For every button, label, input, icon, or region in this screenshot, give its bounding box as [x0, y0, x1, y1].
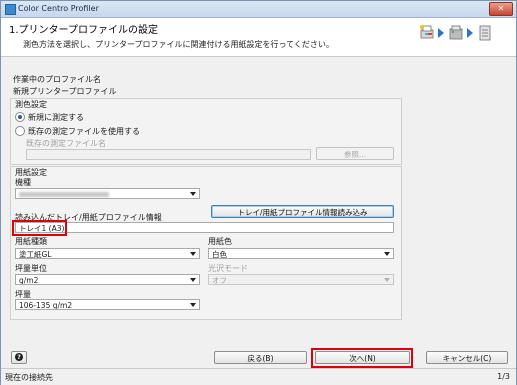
gloss-mode-select[interactable]: オフ	[208, 274, 394, 285]
radio-new-measurement[interactable]	[15, 112, 25, 122]
load-tray-profile-button[interactable]: トレイ/用紙プロファイル情報読み込み	[211, 205, 394, 218]
app-icon	[5, 4, 16, 15]
radio-existing-file-label[interactable]: 既存の測定ファイルを使用する	[28, 126, 140, 137]
existing-file-name-label: 既存の測定ファイル名	[26, 139, 106, 148]
wizard-arrow-icon	[467, 28, 473, 38]
status-bar: 現在の接続先 1/3	[1, 368, 516, 385]
browse-button[interactable]: 参照...	[316, 147, 394, 160]
chevron-down-icon	[384, 252, 390, 256]
close-button[interactable]: ✕	[489, 2, 513, 16]
paper-color-value: 白色	[212, 250, 227, 259]
paper-type-label: 用紙種類	[15, 237, 47, 246]
highlight-next-button	[311, 348, 413, 368]
window-title: Color Centro Profiler	[18, 4, 99, 13]
paper-type-value: 塗工紙GL	[19, 250, 52, 259]
paper-type-select[interactable]: 塗工紙GL	[15, 248, 200, 259]
model-label: 機種	[15, 178, 31, 187]
weight-unit-value: g/m2	[19, 276, 39, 285]
existing-file-name-field[interactable]	[26, 149, 311, 160]
weight-value: 106-135 g/m2	[19, 301, 73, 310]
highlight-loaded-info	[12, 220, 67, 236]
chevron-down-icon	[190, 278, 196, 282]
paper-color-select[interactable]: 白色	[208, 248, 394, 259]
model-select[interactable]	[15, 188, 200, 199]
paper-tray-icon	[479, 25, 491, 41]
wizard-header: 1.プリンタープロファイルの設定 測色方法を選択し、プリンタープロファイルに関連…	[1, 18, 516, 57]
paper-color-label: 用紙色	[208, 237, 232, 246]
measurement-settings-label: 測色設定	[15, 100, 47, 109]
step-title: 1.プリンタープロファイルの設定	[9, 25, 158, 36]
working-profile-label: 作業中のプロファイル名	[13, 75, 101, 84]
radio-existing-file[interactable]	[15, 126, 25, 136]
title-bar: Color Centro Profiler ✕	[1, 1, 516, 18]
cancel-button[interactable]: キャンセル(C)	[426, 351, 508, 364]
loaded-info-field: トレイ1 (A3)	[15, 222, 394, 233]
weight-unit-label: 坪量単位	[15, 264, 47, 273]
model-value-obscured	[19, 192, 109, 197]
radio-new-measurement-label[interactable]: 新規に測定する	[28, 112, 84, 123]
back-button[interactable]: 戻る(B)	[214, 351, 307, 364]
connection-label: 現在の接続先	[5, 373, 53, 382]
help-button[interactable]: ?	[11, 351, 27, 364]
help-icon: ?	[15, 353, 23, 361]
gloss-mode-value: オフ	[212, 276, 227, 285]
printer-wizard-icon	[420, 25, 434, 39]
scanner-icon	[449, 25, 463, 40]
page-indicator: 1/3	[497, 372, 510, 381]
chevron-down-icon	[190, 192, 196, 196]
weight-select[interactable]: 106-135 g/m2	[15, 299, 200, 310]
step-description: 測色方法を選択し、プリンタープロファイルに関連付ける用紙設定を行ってください。	[23, 40, 334, 49]
working-profile-name: 新規プリンタープロファイル	[13, 87, 117, 96]
chevron-down-icon	[190, 252, 196, 256]
wizard-arrow-icon	[438, 28, 444, 38]
gloss-mode-label: 光沢モード	[208, 264, 248, 273]
chevron-down-icon	[384, 278, 390, 282]
app-window: Color Centro Profiler ✕ 1.プリンタープロファイルの設定…	[0, 0, 517, 385]
weight-unit-select[interactable]: g/m2	[15, 274, 200, 285]
chevron-down-icon	[190, 303, 196, 307]
